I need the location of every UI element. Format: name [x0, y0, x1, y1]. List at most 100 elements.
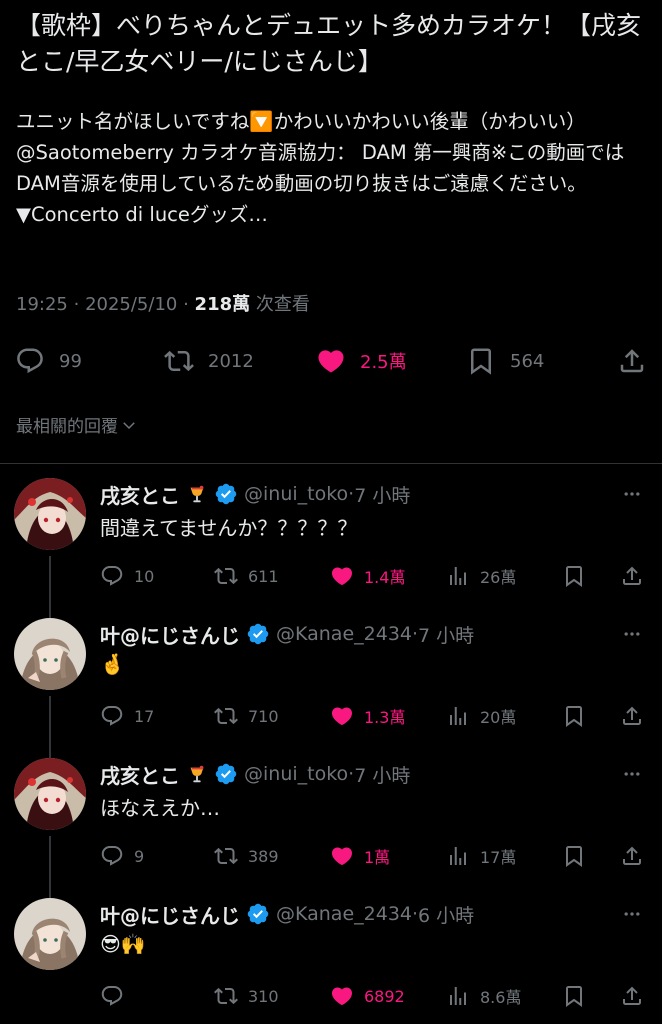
reply-actions: 9 389 1萬 17萬 — [0, 840, 662, 872]
views-button[interactable]: 8.6萬 — [446, 980, 521, 1012]
reply-text: 😎🙌 — [100, 932, 146, 956]
repost-icon — [164, 346, 194, 376]
bookmark-button[interactable] — [562, 700, 586, 732]
like-button[interactable]: 2.5萬 — [316, 338, 407, 384]
reply-button[interactable] — [100, 980, 134, 1012]
reply-button[interactable]: 17 — [100, 700, 154, 732]
share-icon — [620, 984, 644, 1008]
reply-actions: 10 611 1.4萬 26萬 — [0, 560, 662, 592]
post-meta: 19:25 · 2025/5/10 · 218萬 次查看 — [16, 294, 310, 315]
repost-count: 310 — [248, 986, 279, 1006]
divider — [0, 463, 662, 464]
heart-icon — [330, 564, 354, 588]
reply-time[interactable]: 7 小時 — [354, 761, 410, 788]
bookmark-button[interactable] — [562, 980, 586, 1012]
repost-count: 389 — [248, 846, 279, 866]
bookmark-button[interactable] — [562, 840, 586, 872]
reply-button[interactable]: 10 — [100, 560, 154, 592]
avatar[interactable] — [14, 478, 86, 550]
repost-button[interactable]: 310 — [214, 980, 279, 1012]
share-button[interactable] — [620, 700, 644, 732]
more-options-icon[interactable] — [620, 764, 644, 784]
reply-count: 9 — [134, 846, 145, 866]
heart-icon — [330, 844, 354, 868]
repost-button[interactable]: 710 — [214, 700, 279, 732]
author-name[interactable]: 叶@にじさんじ — [100, 620, 240, 649]
author-handle[interactable]: @Kanae_2434 — [276, 903, 412, 925]
reply-time[interactable]: 7 小時 — [354, 481, 410, 508]
like-count: 1.4萬 — [364, 568, 406, 587]
reply-header: 叶@にじさんじ @Kanae_2434 · 6 小時 — [100, 898, 474, 930]
reply-button[interactable]: 9 — [100, 840, 144, 872]
bookmark-button[interactable]: 564 — [466, 338, 544, 384]
bookmark-icon — [466, 346, 496, 376]
like-button[interactable]: 6892 — [330, 980, 405, 1012]
bookmark-button[interactable] — [562, 560, 586, 592]
views-button[interactable]: 26萬 — [446, 560, 516, 592]
reply-count: 99 — [59, 350, 82, 372]
post-date[interactable]: 2025/5/10 — [85, 294, 177, 315]
video-title: 【歌枠】べりちゃんとデュエット多めカラオケ！【戌亥とこ/早乙女ベリー/にじさんじ… — [16, 11, 642, 76]
reply-time[interactable]: 6 小時 — [418, 901, 474, 928]
avatar[interactable] — [14, 618, 86, 690]
tropical-drink-icon — [186, 763, 208, 785]
video-description: ユニット名がほしいですね🔽かわいいかわいい後輩（かわいい）@Saotomeber… — [16, 110, 625, 226]
share-button[interactable] — [620, 980, 644, 1012]
more-options-icon[interactable] — [620, 624, 644, 644]
bookmark-icon — [562, 704, 586, 728]
author-handle[interactable]: @Kanae_2434 — [276, 623, 412, 645]
repost-count: 710 — [248, 706, 279, 726]
repost-button[interactable]: 2012 — [164, 338, 254, 384]
reply-header: 叶@にじさんじ @Kanae_2434 · 7 小時 — [100, 618, 474, 650]
share-icon — [617, 346, 647, 376]
reply-text: 🤞 — [100, 652, 125, 676]
repost-icon — [214, 564, 238, 588]
reply-icon — [100, 984, 124, 1008]
reply-time[interactable]: 7 小時 — [418, 621, 474, 648]
reply-text: 間違えてませんか？？？？？ — [100, 516, 358, 540]
like-count: 1.3萬 — [364, 708, 406, 727]
bookmark-count: 564 — [510, 350, 545, 372]
tropical-drink-icon — [186, 483, 208, 505]
author-handle[interactable]: @inui_toko — [244, 483, 348, 505]
avatar[interactable] — [14, 898, 86, 970]
views-button[interactable]: 20萬 — [446, 700, 516, 732]
views-button[interactable]: 17萬 — [446, 840, 516, 872]
share-button[interactable] — [620, 840, 644, 872]
repost-button[interactable]: 611 — [214, 560, 279, 592]
views-icon — [446, 564, 470, 588]
author-handle[interactable]: @inui_toko — [244, 763, 348, 785]
avatar[interactable] — [14, 758, 86, 830]
more-options-icon[interactable] — [620, 904, 644, 924]
like-button[interactable]: 1萬 — [330, 840, 390, 872]
verified-icon — [246, 622, 270, 646]
like-button[interactable]: 1.3萬 — [330, 700, 405, 732]
author-name[interactable]: 叶@にじさんじ — [100, 900, 240, 929]
repost-button[interactable]: 389 — [214, 840, 279, 872]
repost-icon — [214, 844, 238, 868]
bookmark-icon — [562, 984, 586, 1008]
reply-icon — [100, 564, 124, 588]
heart-icon — [330, 984, 354, 1008]
share-button[interactable] — [620, 560, 644, 592]
reply-icon — [100, 844, 124, 868]
more-options-icon[interactable] — [620, 484, 644, 504]
reply-sort-dropdown[interactable]: 最相關的回覆 — [16, 412, 138, 437]
post-actions-bar: 99 2012 2.5萬 564 — [0, 338, 662, 384]
share-button[interactable] — [617, 338, 647, 384]
verified-icon — [246, 902, 270, 926]
views-count: 8.6萬 — [480, 988, 522, 1007]
author-name[interactable]: 戌亥とこ — [100, 480, 180, 509]
author-name[interactable]: 戌亥とこ — [100, 760, 180, 789]
views-count: 20萬 — [480, 708, 517, 727]
like-button[interactable]: 1.4萬 — [330, 560, 405, 592]
views-icon — [446, 844, 470, 868]
reply-button[interactable]: 99 — [15, 338, 82, 384]
repost-count: 2012 — [208, 350, 254, 372]
reply-actions: 17 710 1.3萬 20萬 — [0, 700, 662, 732]
post-time[interactable]: 19:25 — [16, 294, 68, 315]
repost-count: 611 — [248, 566, 279, 586]
bookmark-icon — [562, 564, 586, 588]
bookmark-icon — [562, 844, 586, 868]
reply-icon — [15, 346, 45, 376]
